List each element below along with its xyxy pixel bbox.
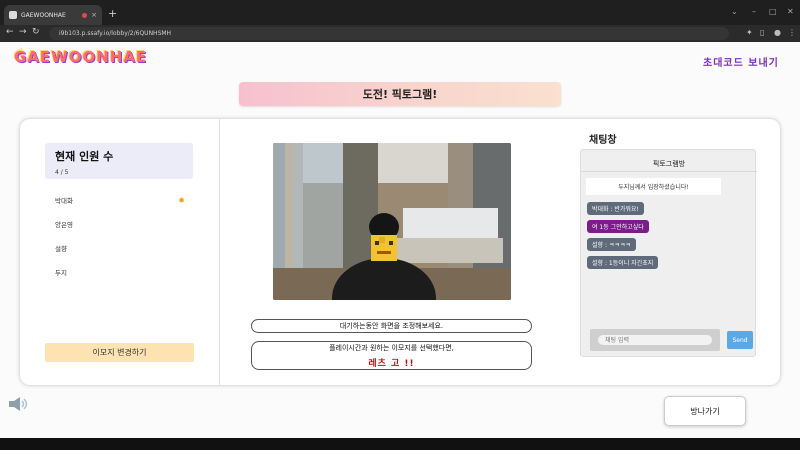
- adjust-screen-hint: 대기하는동안 화면을 조정해보세요.: [251, 319, 532, 333]
- chat-header: 채팅창: [589, 135, 617, 146]
- browser-tab-bar: GAEWOONHAE × + ⌄ – □ ✕: [0, 0, 800, 25]
- browser-tab[interactable]: GAEWOONHAE ×: [4, 5, 102, 25]
- member-item: 박대화 ✹: [55, 188, 185, 212]
- member-name: 양은영: [55, 221, 73, 229]
- send-button[interactable]: Send: [727, 331, 753, 349]
- back-icon[interactable]: ←: [6, 27, 14, 37]
- profile-icon[interactable]: ●: [774, 28, 781, 37]
- extension-icon[interactable]: ✦: [746, 28, 753, 37]
- member-item: 양은영: [55, 212, 185, 236]
- forward-icon[interactable]: →: [19, 27, 27, 37]
- player-count-box: 현재 인원 수 4 / 5: [45, 143, 193, 179]
- maximize-icon[interactable]: □: [769, 7, 777, 16]
- chat-input[interactable]: [598, 335, 712, 345]
- member-item: 두지: [55, 260, 185, 284]
- panel-divider: [219, 119, 220, 385]
- chat-divider: [581, 171, 757, 172]
- recording-dot-icon: [82, 12, 88, 18]
- webcam-video: [273, 143, 511, 300]
- reload-icon[interactable]: ↻: [32, 27, 40, 37]
- chat-message: 설향 : ㅋㅋㅋㅋ: [587, 238, 636, 251]
- window-close-icon[interactable]: ✕: [787, 7, 794, 16]
- speaker-icon[interactable]: [8, 396, 30, 412]
- new-tab-button[interactable]: +: [108, 8, 117, 19]
- chat-room-title: 픽토그램방: [652, 160, 686, 168]
- chat-message: 여 1등 그만하고싶다: [587, 220, 649, 233]
- logo[interactable]: GAEWOONHAE: [14, 48, 147, 66]
- member-item: 설향: [55, 236, 185, 260]
- player-count-title: 현재 인원 수: [55, 150, 114, 163]
- chat-panel: 픽토그램방 두지님께서 입장하셨습니다! 박대화 : 반가워요! 여 1등 그만…: [580, 149, 757, 357]
- lobby-page: ✧ GAEWOONHAE 초대코드 보내기 도전! 픽토그램! 현재 인원 수 …: [0, 42, 800, 438]
- change-emoji-button[interactable]: 이모지 변경하기: [45, 343, 194, 362]
- webcam-frame: [273, 143, 511, 300]
- send-invite-code-button[interactable]: 초대코드 보내기: [703, 54, 779, 69]
- tab-title: GAEWOONHAE: [21, 11, 66, 19]
- host-star-icon: ✹: [178, 195, 185, 205]
- select-emoji-hint: 플레이시간과 원하는 이모지를 선택했다면,: [329, 343, 454, 352]
- minimize-icon[interactable]: –: [752, 7, 756, 16]
- member-name: 박대화: [55, 197, 73, 205]
- taskbar-strip: [0, 438, 800, 450]
- menu-icon[interactable]: ⋮: [788, 28, 796, 37]
- chat-input-area: [590, 329, 720, 351]
- system-message: 두지님께서 입장하셨습니다!: [586, 178, 721, 195]
- chat-message: 박대화 : 반가워요!: [587, 202, 644, 215]
- sidepanel-icon[interactable]: ▯: [760, 28, 764, 37]
- lobby-card: 현재 인원 수 4 / 5 박대화 ✹ 양은영 설향 두지 이모지 변경하기 대…: [20, 119, 780, 385]
- game-title-banner: 도전! 픽토그램!: [239, 82, 561, 106]
- leave-room-button[interactable]: 방나가기: [664, 396, 746, 426]
- favicon-icon: [9, 11, 17, 19]
- player-count: 4 / 5: [55, 169, 69, 176]
- member-name: 설향: [55, 245, 67, 253]
- ready-hint-box: 플레이시간과 원하는 이모지를 선택했다면, 레츠 고 !!: [251, 341, 532, 370]
- lets-go-text: 레츠 고 !!: [368, 358, 415, 369]
- address-bar: ← → ↻ i9b103.p.ssafy.io/lobby/2/6QUNHSMH…: [0, 25, 800, 42]
- member-list: 박대화 ✹ 양은영 설향 두지: [55, 188, 185, 284]
- url-field[interactable]: i9b103.p.ssafy.io/lobby/2/6QUNHSMH: [49, 27, 729, 40]
- tab-close-icon[interactable]: ×: [91, 11, 97, 19]
- chat-message: 설향 : 1등이니 자긴초지: [587, 256, 659, 269]
- tab-search-icon[interactable]: ⌄: [731, 7, 738, 16]
- member-name: 두지: [55, 269, 67, 277]
